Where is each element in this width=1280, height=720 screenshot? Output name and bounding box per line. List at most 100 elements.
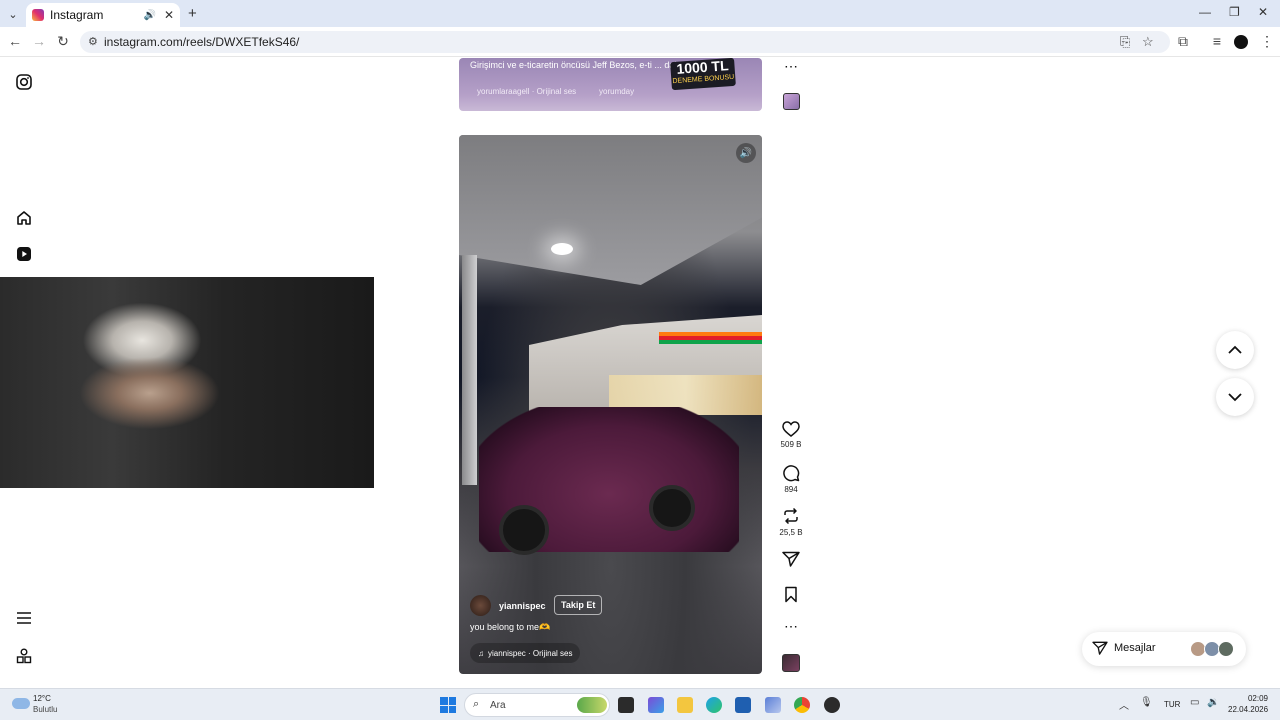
share-button[interactable] <box>778 551 804 567</box>
tab-search-chevron-icon[interactable]: ⌄ <box>4 5 22 23</box>
comment-count: 894 <box>784 485 798 494</box>
microphone-icon[interactable]: 🎙 <box>1140 697 1153 708</box>
minimize-icon[interactable]: — <box>1199 5 1211 19</box>
windows-taskbar: 12°C Bulutlu ⌕ Ara ︿ 🎙 TUR ▭ 🔉 02:09 22.… <box>0 688 1280 720</box>
weather-temperature[interactable]: 12°C <box>33 694 51 703</box>
file-explorer-icon[interactable] <box>677 697 693 713</box>
profile-avatar[interactable] <box>1234 35 1248 49</box>
reel-audio[interactable]: ♫ yiannispec · Orijinal ses <box>470 643 581 663</box>
next-reel-button[interactable] <box>1216 378 1254 416</box>
video-light <box>551 243 573 255</box>
video-canopy <box>459 135 762 285</box>
new-tab-button[interactable]: + <box>188 5 197 22</box>
current-reel-video[interactable]: 🔊 yiannispec Takip Et you belong to me🫶 … <box>459 135 762 674</box>
window-close-icon[interactable]: ✕ <box>1258 5 1268 19</box>
previous-reel-tagged-user[interactable]: yorumday <box>599 87 634 96</box>
webcam-overlay <box>0 277 374 488</box>
video-car-wheel <box>649 485 695 531</box>
share-send-icon <box>782 551 800 567</box>
input-language[interactable]: TUR <box>1164 700 1180 709</box>
media-controls-icon[interactable]: ≡ <box>1208 33 1226 49</box>
volume-icon[interactable]: 🔊 <box>736 143 756 163</box>
browser-tab[interactable]: Instagram 🔊 ✕ <box>26 3 180 27</box>
comment-button[interactable]: 894 <box>778 464 804 494</box>
reel-more-icon[interactable]: ⋯ <box>778 618 804 635</box>
previous-reel[interactable]: Girişimci ve e-ticaretin öncüsü Jeff Bez… <box>459 58 762 111</box>
back-icon[interactable]: ← <box>6 33 24 49</box>
widgets-app-icon[interactable] <box>648 697 664 713</box>
clock-time[interactable]: 02:09 <box>1238 694 1268 703</box>
comment-icon <box>783 465 800 482</box>
address-bar-row: ← → ↻ ⚙ instagram.com/reels/DWXETfekS46/… <box>0 27 1280 57</box>
video-pillar <box>462 255 477 485</box>
clock-date[interactable]: 22.04.2026 <box>1228 705 1268 714</box>
repost-count: 25,5 B <box>779 528 803 537</box>
chrome-icon[interactable] <box>794 697 810 713</box>
chevron-up-icon <box>1228 345 1242 354</box>
cloud-icon[interactable] <box>12 698 30 709</box>
restore-icon[interactable]: ❐ <box>1229 5 1240 19</box>
video-store-stripes <box>659 332 762 344</box>
forward-icon[interactable]: → <box>30 33 48 49</box>
save-button[interactable] <box>778 586 804 603</box>
previous-reel-button[interactable] <box>1216 331 1254 369</box>
repost-button[interactable]: 25,5 B <box>778 507 804 537</box>
instagram-favicon-icon <box>32 9 44 21</box>
reel-author-avatar[interactable] <box>470 595 491 616</box>
chevron-down-icon <box>1228 393 1242 402</box>
site-info-icon[interactable]: ⚙ <box>88 35 98 48</box>
taskbar-search-placeholder: Ara <box>490 700 506 711</box>
task-view-icon[interactable] <box>618 697 634 713</box>
promo-badge: 1000 TL DENEME BONUSU <box>670 58 736 91</box>
instagram-page: Girişimci ve e-ticaretin öncüsü Jeff Bez… <box>0 58 1280 688</box>
edge-icon[interactable] <box>706 697 722 713</box>
extensions-icon[interactable]: ⧉ <box>1174 33 1192 50</box>
install-app-icon[interactable]: ⎘ <box>1120 34 1130 50</box>
volume-tray-icon[interactable]: 🔉 <box>1207 697 1219 708</box>
taskbar-search[interactable]: ⌕ Ara <box>464 693 610 717</box>
follow-button[interactable]: Takip Et <box>554 595 603 615</box>
bookmark-icon <box>785 586 797 603</box>
network-icon[interactable]: ▭ <box>1190 697 1199 708</box>
chevron-up-tray-icon[interactable]: ︿ <box>1119 697 1129 712</box>
previous-reel-audio-thumb[interactable] <box>778 93 804 110</box>
repost-icon <box>784 507 798 525</box>
tab-title: Instagram <box>50 8 104 22</box>
music-note-icon: ♫ <box>478 648 484 658</box>
like-button[interactable]: 509 B <box>778 421 804 449</box>
reel-audio-thumb[interactable] <box>778 654 804 672</box>
reels-icon[interactable] <box>14 244 34 264</box>
start-button[interactable] <box>440 697 456 713</box>
tab-close-icon[interactable]: ✕ <box>164 8 174 22</box>
mail-app-icon[interactable] <box>765 697 781 713</box>
instagram-logo-icon[interactable] <box>14 72 34 92</box>
tab-audio-icon[interactable]: 🔊 <box>143 10 155 21</box>
bookmark-star-icon[interactable]: ☆ <box>1142 34 1154 50</box>
message-avatar <box>1218 641 1234 657</box>
browser-tab-bar: ⌄ Instagram 🔊 ✕ + — ❐ ✕ <box>0 0 1280 27</box>
search-highlight-icon <box>577 697 607 713</box>
reload-icon[interactable]: ↻ <box>54 33 72 50</box>
messages-send-icon <box>1092 641 1108 655</box>
reel-author-username[interactable]: yiannispec <box>499 601 546 611</box>
omnibox[interactable]: ⚙ instagram.com/reels/DWXETfekS46/ ⎘ ☆ <box>80 31 1170 53</box>
reel-caption[interactable]: you belong to me🫶 <box>470 622 550 633</box>
messages-label: Mesajlar <box>1114 642 1156 654</box>
also-from-meta-icon[interactable] <box>14 646 34 666</box>
obs-icon[interactable] <box>824 697 840 713</box>
store-icon[interactable] <box>735 697 751 713</box>
search-icon: ⌕ <box>473 698 480 710</box>
heart-icon <box>782 421 800 437</box>
video-car-wheel <box>499 505 549 555</box>
previous-reel-more-icon[interactable]: ⋯ <box>778 58 804 75</box>
browser-menu-icon[interactable]: ⋮ <box>1260 33 1274 50</box>
previous-reel-caption[interactable]: Girişimci ve e-ticaretin öncüsü Jeff Bez… <box>470 60 684 70</box>
like-count: 509 B <box>780 440 802 449</box>
home-icon[interactable] <box>14 208 34 228</box>
reel-audio-label: yiannispec · Orijinal ses <box>488 648 573 658</box>
previous-reel-audio[interactable]: yorumlaraagell · Orijinal ses <box>477 87 576 96</box>
url-text[interactable]: instagram.com/reels/DWXETfekS46/ <box>104 35 299 49</box>
weather-description[interactable]: Bulutlu <box>33 705 57 714</box>
more-menu-icon[interactable] <box>14 608 34 628</box>
messages-button[interactable]: Mesajlar <box>1082 632 1246 666</box>
